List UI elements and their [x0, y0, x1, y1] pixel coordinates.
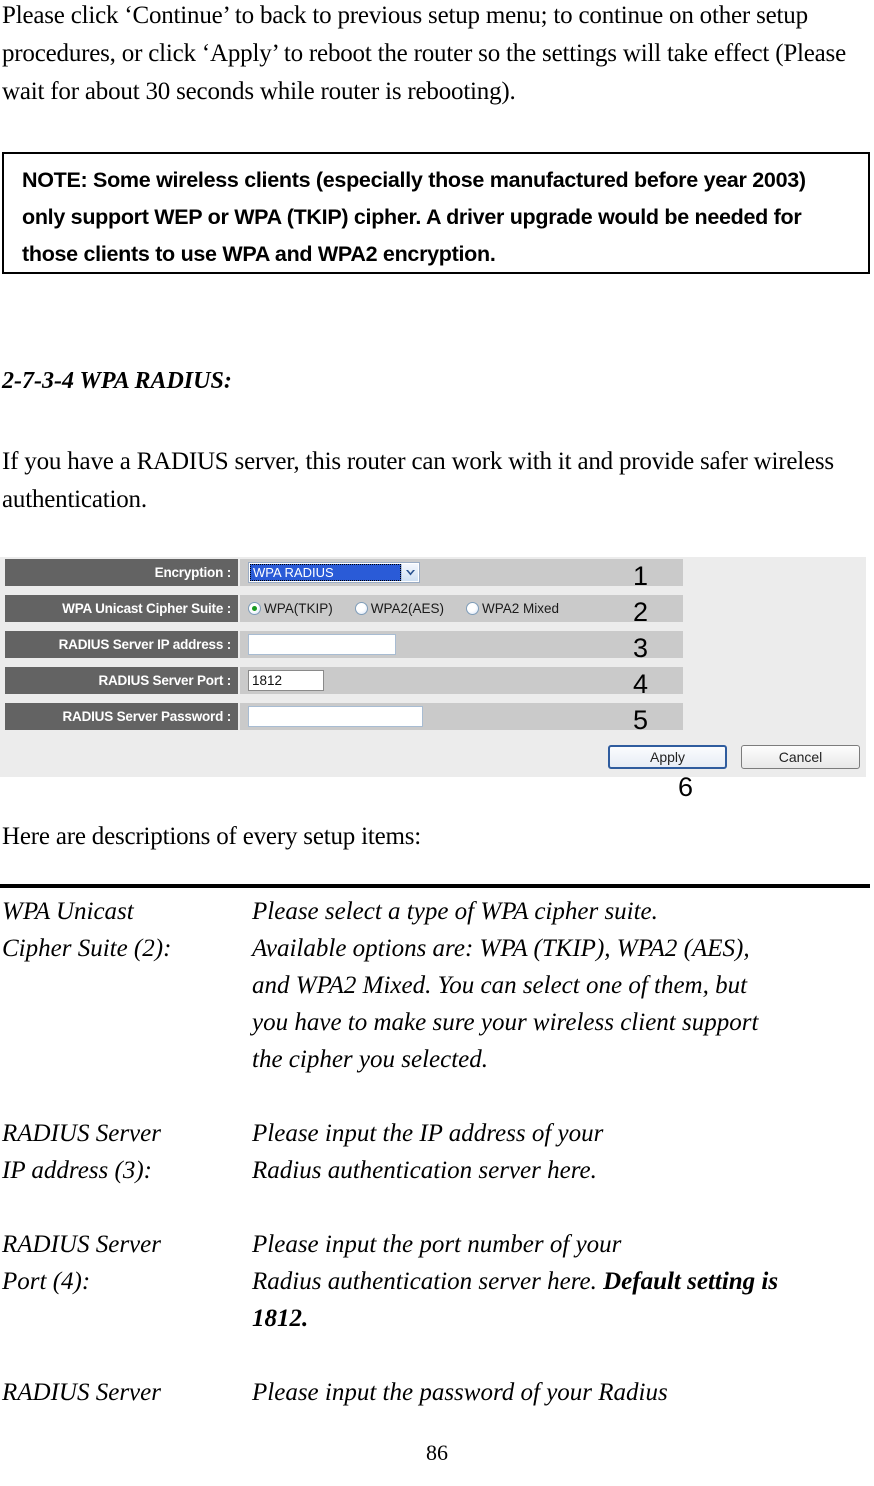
definition-entry: RADIUS Server IP address (3): Please inp…: [2, 1115, 874, 1189]
desc-line: Radius authentication server here. Defau…: [252, 1263, 874, 1300]
definition-entry: RADIUS Server Please input the password …: [2, 1374, 874, 1411]
term-line: IP address (3):: [2, 1157, 152, 1184]
term-line: RADIUS Server: [2, 1120, 161, 1147]
desc-line: and WPA2 Mixed. You can select one of th…: [252, 972, 748, 999]
desc-line: 1812.: [252, 1300, 874, 1337]
definition-entry: WPA Unicast Cipher Suite (2): Please sel…: [2, 893, 874, 1078]
row-radius-port: RADIUS Server Port :: [5, 667, 683, 694]
value-radius-password: [240, 703, 683, 730]
term-line: RADIUS Server: [2, 1231, 161, 1258]
desc-line: Please input the IP address of your: [252, 1120, 604, 1147]
desc-text-bold: 1812.: [252, 1305, 309, 1332]
definition-term: WPA Unicast Cipher Suite (2):: [2, 893, 252, 967]
term-line: WPA Unicast: [2, 898, 134, 925]
value-cipher-suite: WPA(TKIP) WPA2(AES) WPA2 Mixed: [240, 595, 683, 622]
annotation-5: 5: [633, 705, 649, 735]
lead-paragraph: If you have a RADIUS server, this router…: [2, 448, 834, 513]
annotation-3: 3: [633, 633, 649, 663]
radio-wpa-tkip[interactable]: WPA(TKIP): [248, 601, 333, 616]
radio-wpa2-aes[interactable]: WPA2(AES): [354, 601, 445, 616]
row-encryption: Encryption : WPA RADIUS: [5, 559, 683, 586]
cancel-button[interactable]: Cancel: [741, 745, 860, 769]
value-encryption: WPA RADIUS: [240, 559, 683, 586]
term-line: Port (4):: [2, 1268, 91, 1295]
row-cipher-suite: WPA Unicast Cipher Suite : WPA(TKIP) WPA…: [5, 595, 683, 622]
horizontal-rule: [0, 884, 870, 888]
radius-password-input[interactable]: [248, 706, 423, 727]
radio-dot-icon: [354, 602, 368, 615]
value-radius-port: [240, 667, 683, 694]
document-page: Please click ‘Continue’ to back to previ…: [0, 0, 874, 1486]
encryption-select[interactable]: WPA RADIUS: [248, 562, 420, 583]
annotation-1: 1: [633, 561, 649, 591]
desc-text-bold: Default setting is: [603, 1268, 779, 1295]
row-radius-password: RADIUS Server Password :: [5, 703, 683, 730]
definition-term: RADIUS Server Port (4):: [2, 1226, 252, 1300]
annotation-4: 4: [633, 669, 649, 699]
encryption-select-value: WPA RADIUS: [250, 564, 401, 581]
router-config-panel: Encryption : WPA RADIUS WPA Unicast Ciph…: [0, 557, 866, 777]
desc-line: Please select a type of WPA cipher suite…: [252, 898, 658, 925]
apply-button[interactable]: Apply: [608, 745, 727, 769]
desc-text-plain: Radius authentication server here.: [252, 1268, 604, 1295]
desc-line: Available options are: WPA (TKIP), WPA2 …: [252, 935, 750, 962]
descriptions-intro: Here are descriptions of every setup ite…: [2, 823, 422, 850]
note-box: NOTE: Some wireless clients (especially …: [2, 152, 870, 274]
radio-wpa2-mixed[interactable]: WPA2 Mixed: [466, 601, 559, 616]
definition-term: RADIUS Server IP address (3):: [2, 1115, 252, 1189]
note-text: NOTE: Some wireless clients (especially …: [22, 168, 806, 266]
definition-description: Please select a type of WPA cipher suite…: [252, 893, 874, 1078]
radio-label-wpa-tkip: WPA(TKIP): [264, 601, 333, 616]
radius-port-input[interactable]: [248, 670, 324, 691]
definition-term: RADIUS Server: [2, 1374, 252, 1411]
row-radius-ip: RADIUS Server IP address :: [5, 631, 683, 658]
term-line: RADIUS Server: [2, 1379, 161, 1406]
radio-label-wpa2-mixed: WPA2 Mixed: [482, 601, 560, 616]
definition-description: Please input the IP address of your Radi…: [252, 1115, 874, 1189]
label-radius-port: RADIUS Server Port :: [5, 667, 240, 694]
intro-paragraph: Please click ‘Continue’ to back to previ…: [2, 2, 846, 105]
term-line: Cipher Suite (2):: [2, 935, 172, 962]
definition-description: Please input the password of your Radius: [252, 1374, 874, 1411]
label-encryption: Encryption :: [5, 559, 240, 586]
desc-line: Radius authentication server here.: [252, 1157, 597, 1184]
label-radius-password: RADIUS Server Password :: [5, 703, 240, 730]
page-number: 86: [426, 1440, 448, 1465]
annotation-2: 2: [633, 597, 649, 627]
desc-line: Please input the port number of your: [252, 1231, 622, 1258]
radio-dot-icon: [466, 602, 480, 615]
radio-dot-icon: [248, 602, 261, 615]
section-heading: 2-7-3-4 WPA RADIUS:: [2, 368, 232, 394]
annotation-6: 6: [678, 772, 694, 802]
definition-list: WPA Unicast Cipher Suite (2): Please sel…: [2, 893, 874, 1411]
definition-description: Please input the port number of your Rad…: [252, 1226, 874, 1337]
value-radius-ip: [240, 631, 683, 658]
chevron-down-icon[interactable]: [401, 564, 418, 581]
radius-ip-input[interactable]: [248, 634, 396, 655]
cipher-radio-group: WPA(TKIP) WPA2(AES) WPA2 Mixed: [248, 601, 559, 616]
desc-line: Please input the password of your Radius: [252, 1379, 668, 1406]
desc-line: you have to make sure your wireless clie…: [252, 1009, 759, 1036]
panel-button-row: Apply Cancel: [5, 742, 866, 772]
label-radius-ip: RADIUS Server IP address :: [5, 631, 240, 658]
desc-line: the cipher you selected.: [252, 1046, 489, 1073]
radio-label-wpa2-aes: WPA2(AES): [370, 601, 445, 616]
label-cipher-suite: WPA Unicast Cipher Suite :: [5, 595, 240, 622]
definition-entry: RADIUS Server Port (4): Please input the…: [2, 1226, 874, 1337]
